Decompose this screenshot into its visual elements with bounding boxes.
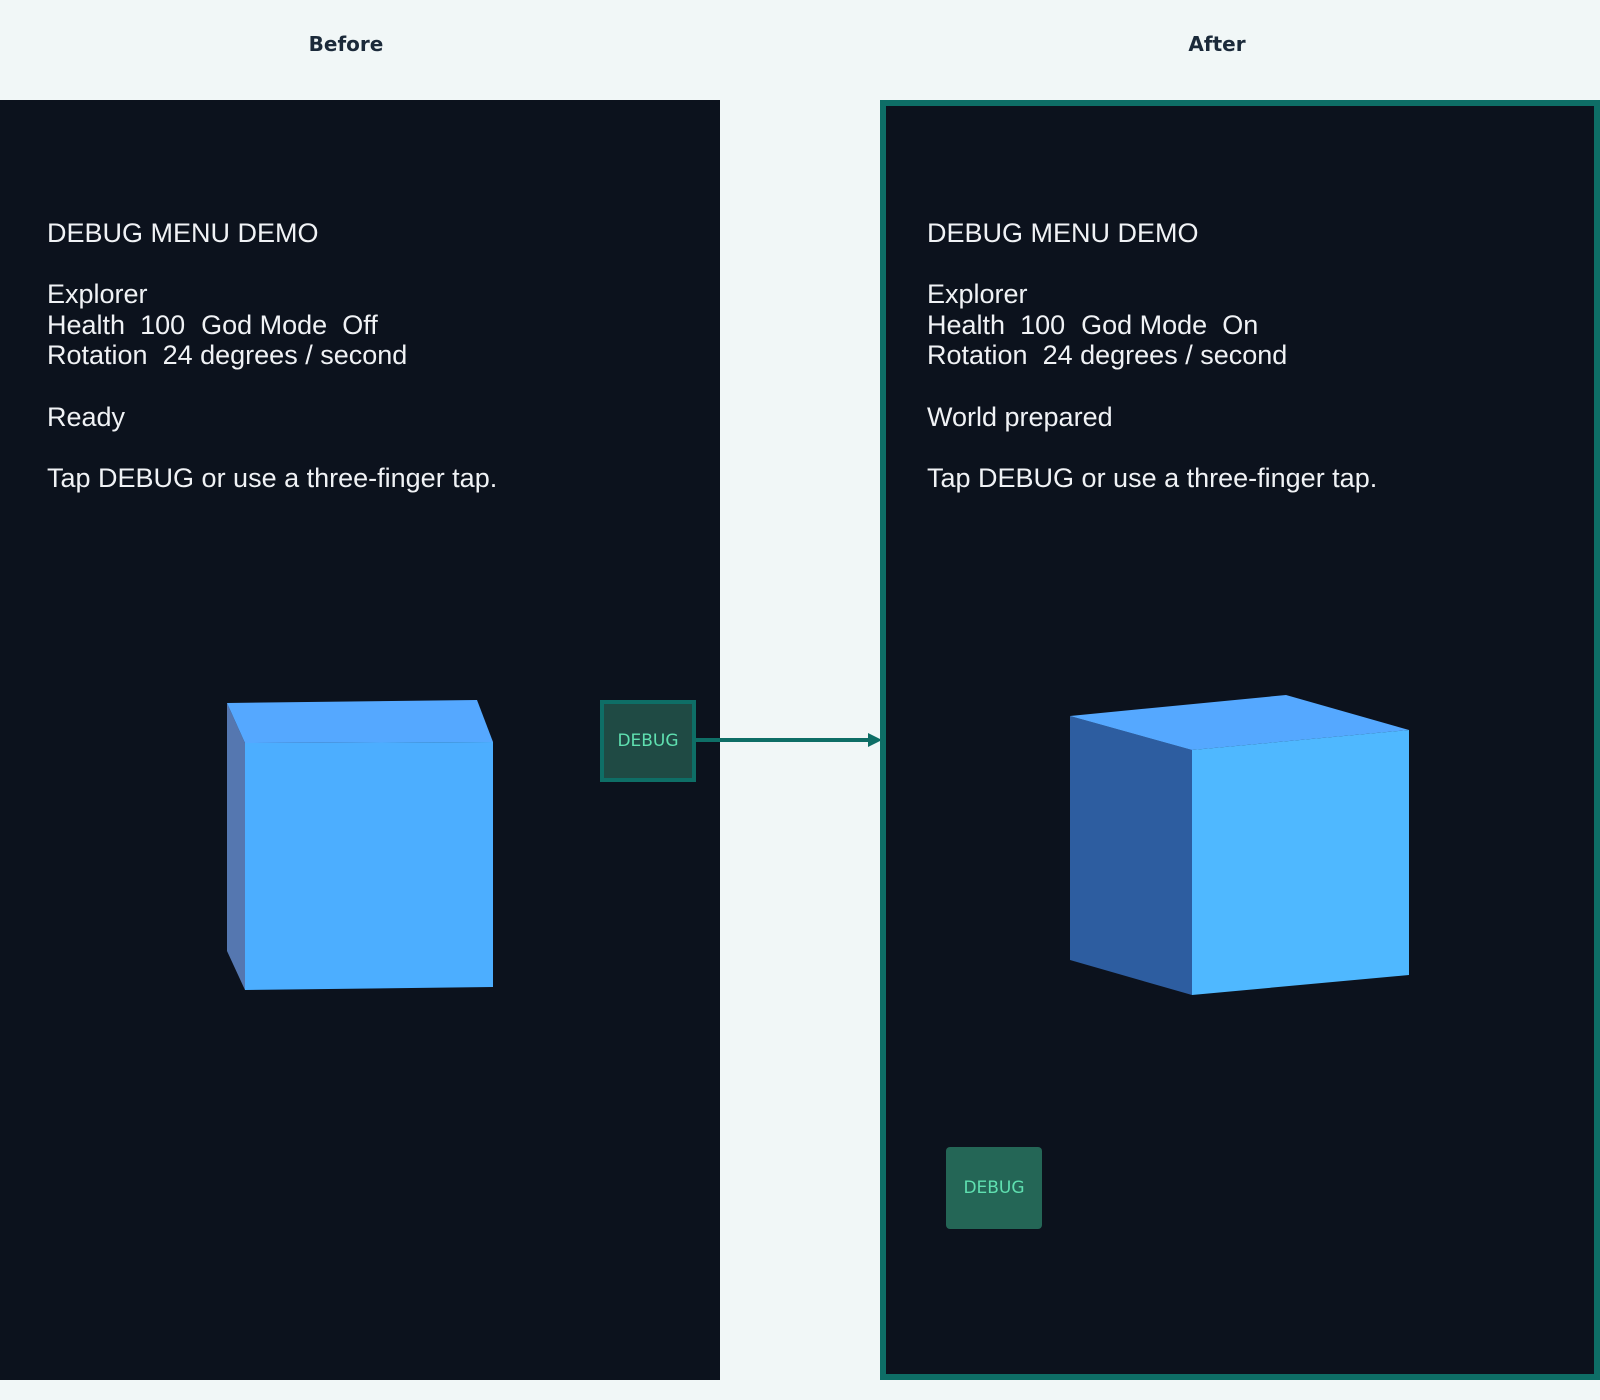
debug-button[interactable]: DEBUG bbox=[946, 1147, 1042, 1229]
debug-button[interactable]: DEBUG bbox=[600, 700, 696, 782]
after-label: After bbox=[1188, 32, 1246, 56]
after-screen: DEBUG MENU DEMO Explorer Health 100 God M… bbox=[880, 100, 1600, 1380]
before-screen: DEBUG MENU DEMO Explorer Health 100 God M… bbox=[0, 100, 720, 1380]
cube-side-face bbox=[227, 703, 245, 990]
cube-side-face bbox=[1070, 716, 1192, 995]
before-label: Before bbox=[308, 32, 384, 56]
cube-top-face bbox=[227, 700, 493, 743]
cube-front-face bbox=[1192, 730, 1409, 995]
cube-front-face bbox=[245, 742, 493, 990]
